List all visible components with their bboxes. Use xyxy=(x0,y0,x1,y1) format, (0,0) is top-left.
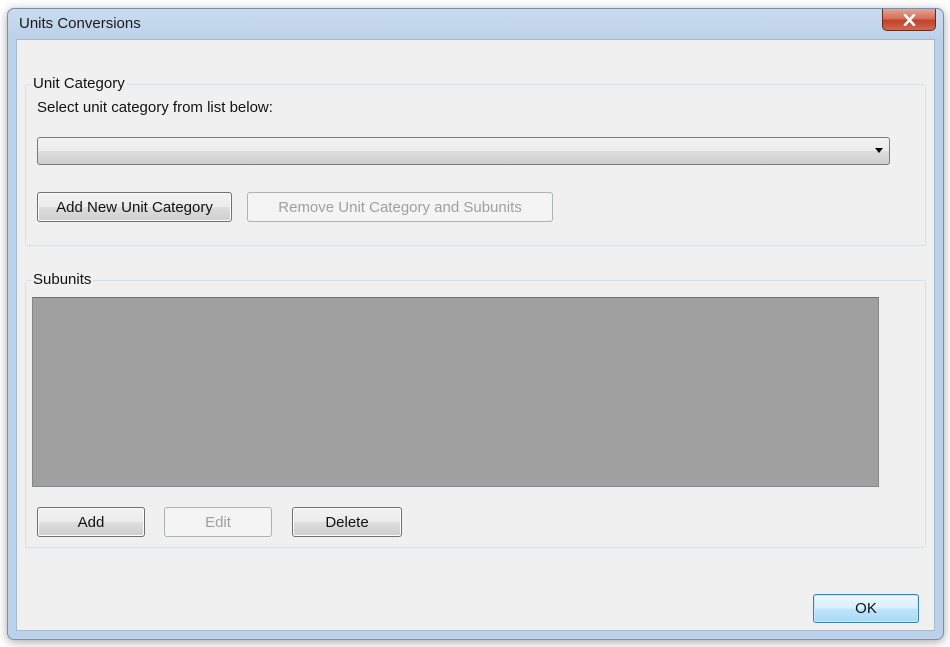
unit-category-dropdown[interactable] xyxy=(37,137,890,165)
unit-category-group: Unit Category Select unit category from … xyxy=(25,75,926,246)
window-title: Units Conversions xyxy=(19,15,141,32)
subunits-list[interactable] xyxy=(32,297,879,487)
remove-unit-category-button[interactable]: Remove Unit Category and Subunits xyxy=(247,192,553,222)
add-new-unit-category-button[interactable]: Add New Unit Category xyxy=(37,192,232,222)
close-icon xyxy=(903,13,916,26)
close-button[interactable] xyxy=(882,9,936,31)
edit-subunit-button[interactable]: Edit xyxy=(164,507,272,537)
dialog-window: Units Conversions Unit Category Select u… xyxy=(7,8,944,640)
delete-subunit-button[interactable]: Delete xyxy=(292,507,402,537)
subunits-group: Subunits Add Edit Delete xyxy=(25,271,926,548)
select-category-instruction: Select unit category from list below: xyxy=(37,99,273,116)
subunits-group-label: Subunits xyxy=(31,271,94,288)
unit-category-group-label: Unit Category xyxy=(31,75,127,92)
add-subunit-button[interactable]: Add xyxy=(37,507,145,537)
ok-button[interactable]: OK xyxy=(813,594,919,623)
dialog-client-area: Unit Category Select unit category from … xyxy=(16,39,935,631)
chevron-down-icon xyxy=(875,148,883,153)
